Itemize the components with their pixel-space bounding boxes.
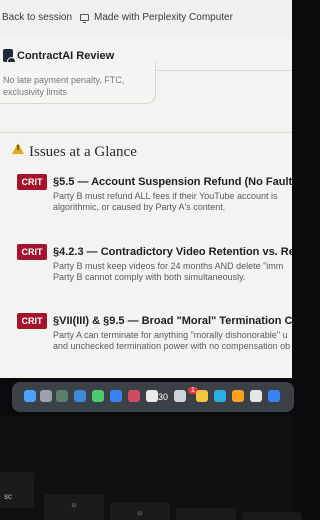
music-icon[interactable]	[232, 390, 244, 402]
sun-icon: ☼	[136, 508, 144, 517]
calendar-date[interactable]: 30	[158, 392, 168, 402]
app-store-icon[interactable]	[214, 390, 226, 402]
safari-icon[interactable]	[74, 390, 86, 402]
sun-icon: ☼	[70, 500, 78, 509]
messages-icon[interactable]	[92, 390, 104, 402]
app-icon[interactable]	[56, 390, 68, 402]
issue-desc-line: Party B must refund ALL fees if their Yo…	[53, 191, 278, 201]
esc-key-label: sc	[4, 492, 12, 501]
top-bar: Back to session Made with Perplexity Com…	[0, 0, 292, 34]
crit-badge: CRIT	[17, 174, 47, 190]
summary-card: No late payment penalty, FTC, exclusivit…	[0, 62, 156, 104]
mission-control-key[interactable]	[176, 508, 236, 520]
made-with-label: Made with Perplexity Computer	[94, 12, 233, 23]
issue-title: §5.5 — Account Suspension Refund (No Fau…	[53, 176, 292, 188]
keyboard: sc ☼ ☼	[0, 416, 302, 520]
search-key[interactable]	[242, 512, 302, 520]
issue-desc-line: algorithmic, or caused by Party A's cont…	[53, 202, 226, 212]
contacts-icon[interactable]	[174, 390, 186, 402]
launchpad-icon[interactable]	[40, 390, 52, 402]
photos-icon[interactable]	[146, 390, 158, 402]
issue-title: §VII(III) & §9.5 — Broad "Moral" Termina…	[53, 315, 292, 327]
finder-icon[interactable]	[24, 390, 36, 402]
warning-icon	[12, 143, 24, 154]
app-title: ContractAI Review	[17, 50, 115, 62]
issue-desc-line: Party B cannot comply with both simultan…	[53, 272, 246, 282]
esc-key[interactable]: sc	[0, 472, 34, 508]
chrome-icon[interactable]	[250, 390, 262, 402]
issues-section-title: Issues at a Glance	[29, 144, 137, 160]
made-with-link[interactable]: Made with Perplexity Computer	[80, 12, 233, 23]
mail-icon[interactable]	[110, 390, 122, 402]
maps-icon[interactable]	[128, 390, 140, 402]
crit-badge: CRIT	[17, 313, 47, 329]
app-icon[interactable]	[268, 390, 280, 402]
document-gear-icon	[3, 49, 16, 66]
monitor-icon	[80, 14, 89, 23]
issue-title: §4.2.3 — Contradictory Video Retention v…	[53, 246, 292, 258]
back-to-session-link[interactable]: Back to session	[2, 12, 72, 23]
brightness-down-key[interactable]: ☼	[44, 494, 104, 520]
issue-desc-line: Party A can terminate for anything "mora…	[53, 330, 288, 340]
notes-icon[interactable]	[196, 390, 208, 402]
issue-desc-line: and unchecked termination power with no …	[53, 341, 291, 351]
macos-dock: 30 1	[12, 382, 294, 412]
section-divider	[0, 132, 292, 133]
crit-badge: CRIT	[17, 244, 47, 260]
laptop-screen: Back to session Made with Perplexity Com…	[0, 0, 292, 378]
summary-card-text: No late payment penalty, FTC, exclusivit…	[3, 75, 125, 97]
brightness-up-key[interactable]: ☼	[110, 502, 170, 520]
issue-desc-line: Party B must keep videos for 24 months A…	[53, 261, 284, 271]
